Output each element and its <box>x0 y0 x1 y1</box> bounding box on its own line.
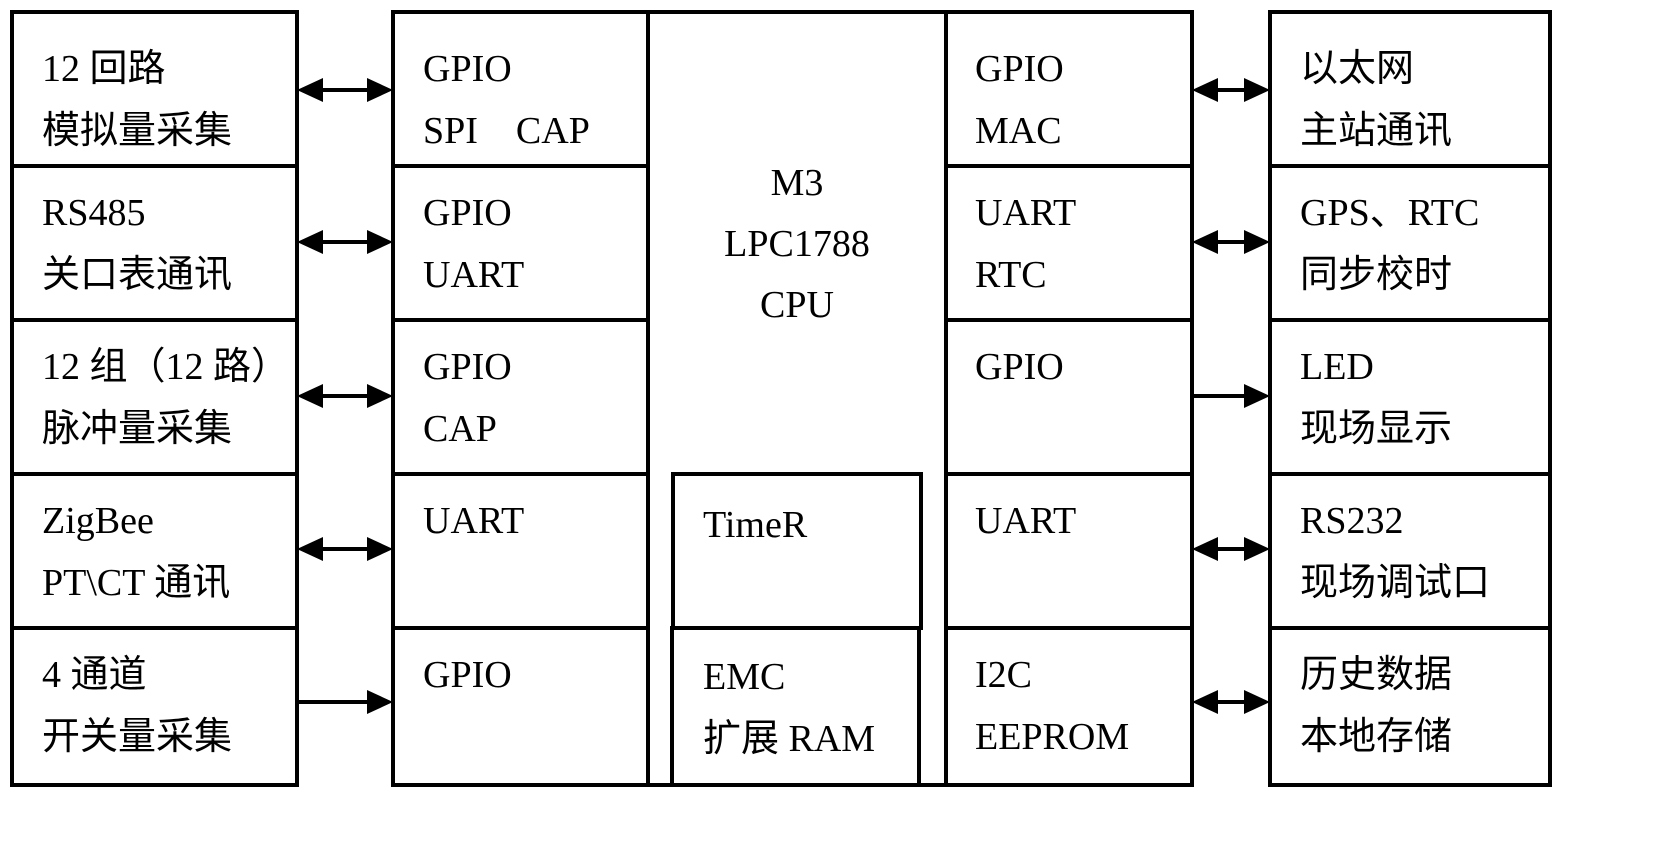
left-connection-arrow <box>297 78 393 102</box>
interface-label-line1: UART <box>975 192 1077 234</box>
arrow-head-icon <box>1244 230 1270 254</box>
module-label-line1: 12 回路 <box>42 48 166 90</box>
right-connection-arrow <box>1192 537 1270 561</box>
module-ethernet: 以太网 主站通讯 <box>1268 10 1552 166</box>
timer-label: TimeR <box>703 504 808 546</box>
interface-i2c-eeprom: I2C EEPROM <box>948 628 1192 785</box>
arrow-head-icon <box>297 230 323 254</box>
interface-gpio-mac: GPIO MAC <box>948 10 1192 166</box>
module-label-line1: LED <box>1300 346 1374 388</box>
arrow-head-icon <box>1244 537 1270 561</box>
interface-label-line2: EEPROM <box>975 716 1130 758</box>
arrow-head-icon <box>367 230 393 254</box>
module-label-line2: 脉冲量采集 <box>42 408 233 450</box>
arrow-head-icon <box>367 384 393 408</box>
module-label-line2: 本地存储 <box>1300 716 1453 758</box>
module-label-line1: RS232 <box>1300 500 1404 542</box>
module-label-line2: 现场调试口 <box>1300 562 1491 604</box>
module-switch-input: 4 通道 开关量采集 <box>10 628 299 785</box>
arrow-head-icon <box>297 384 323 408</box>
timer-block: TimeR <box>671 472 923 630</box>
arrow-head-icon <box>367 78 393 102</box>
left-connection-arrow <box>297 384 393 408</box>
module-led-display: LED 现场显示 <box>1268 320 1552 474</box>
right-connection-arrow <box>1192 230 1270 254</box>
arrow-head-icon <box>1244 384 1270 408</box>
left-connection-arrow <box>297 537 393 561</box>
arrow-head-icon <box>1244 690 1270 714</box>
module-rs232-debug: RS232 现场调试口 <box>1268 474 1552 628</box>
left-connection-arrow <box>297 230 393 254</box>
interface-label-line1: GPIO <box>423 654 512 696</box>
arrow-head-icon <box>1244 78 1270 102</box>
module-local-storage: 历史数据 本地存储 <box>1268 628 1552 785</box>
interface-uart: UART <box>393 474 646 628</box>
interface-label-line1: GPIO <box>423 346 512 388</box>
interface-gpio-cap: GPIO CAP <box>393 320 646 474</box>
interface-gpio-spi-cap: GPIO SPI CAP <box>393 10 646 166</box>
module-label-line2: 主站通讯 <box>1300 110 1453 152</box>
arrow-head-icon <box>1192 537 1218 561</box>
left-connection-arrow <box>297 690 393 714</box>
module-gps-rtc: GPS、RTC 同步校时 <box>1268 166 1552 320</box>
interface-label-line1: UART <box>423 500 525 542</box>
module-label-line2: 同步校时 <box>1300 254 1453 296</box>
arrow-head-icon <box>1192 690 1218 714</box>
interface-label-line2: UART <box>423 254 525 296</box>
module-zigbee: ZigBee PT\CT 通讯 <box>10 474 299 628</box>
module-label-line1: ZigBee <box>42 500 154 542</box>
arrow-head-icon <box>367 537 393 561</box>
module-label-line2: 模拟量采集 <box>42 110 233 152</box>
emc-label-line1: EMC <box>703 656 786 698</box>
interface-label-line1: UART <box>975 500 1077 542</box>
emc-label-line2: 扩展 RAM <box>703 718 876 760</box>
module-label-line1: 以太网 <box>1300 48 1415 90</box>
right-connection-arrow <box>1192 384 1270 408</box>
arrow-head-icon <box>297 78 323 102</box>
module-label-line2: 关口表通讯 <box>42 254 233 296</box>
module-label-line1: 4 通道 <box>42 654 147 696</box>
module-label-line1: 历史数据 <box>1300 654 1453 696</box>
interface-label-line2: SPI CAP <box>423 110 590 152</box>
module-analog-input: 12 回路 模拟量采集 <box>10 10 299 166</box>
interface-uart-rtc: UART RTC <box>948 166 1192 320</box>
interface-label-line2: RTC <box>975 254 1047 296</box>
module-label-line2: 现场显示 <box>1300 408 1453 450</box>
arrow-head-icon <box>1192 230 1218 254</box>
interface-label-line1: GPIO <box>423 192 512 234</box>
interface-uart-debug: UART <box>948 474 1192 628</box>
module-label-line1: GPS、RTC <box>1300 192 1480 234</box>
cpu-core: M3 LPC1788 CPU <box>650 150 944 350</box>
interface-gpio-led: GPIO <box>948 320 1192 474</box>
divider <box>646 10 650 787</box>
interface-label-line1: GPIO <box>975 48 1064 90</box>
arrow-head-icon <box>1192 78 1218 102</box>
module-pulse-input: 12 组（12 路） 脉冲量采集 <box>10 320 299 474</box>
arrow-head-icon <box>367 690 393 714</box>
emc-block: EMC 扩展 RAM <box>670 626 921 787</box>
arrow-head-icon <box>297 537 323 561</box>
module-label-line1: RS485 <box>42 192 146 234</box>
right-connection-arrow <box>1192 690 1270 714</box>
cpu-label-line2: LPC1788 <box>724 223 870 265</box>
interface-label-line1: GPIO <box>975 346 1064 388</box>
interface-gpio-uart: GPIO UART <box>393 166 646 320</box>
module-rs485-meter: RS485 关口表通讯 <box>10 166 299 320</box>
interface-gpio: GPIO <box>393 628 646 785</box>
module-label-line2: PT\CT 通讯 <box>42 562 231 604</box>
interface-label-line1: I2C <box>975 654 1032 696</box>
interface-label-line2: CAP <box>423 408 497 450</box>
interface-label-line2: MAC <box>975 110 1062 152</box>
module-label-line1: 12 组（12 路） <box>42 346 290 388</box>
cpu-label-line1: M3 <box>770 162 824 204</box>
right-connection-arrow <box>1192 78 1270 102</box>
module-label-line2: 开关量采集 <box>42 716 233 758</box>
cpu-label-line3: CPU <box>760 284 834 326</box>
interface-label-line1: GPIO <box>423 48 512 90</box>
